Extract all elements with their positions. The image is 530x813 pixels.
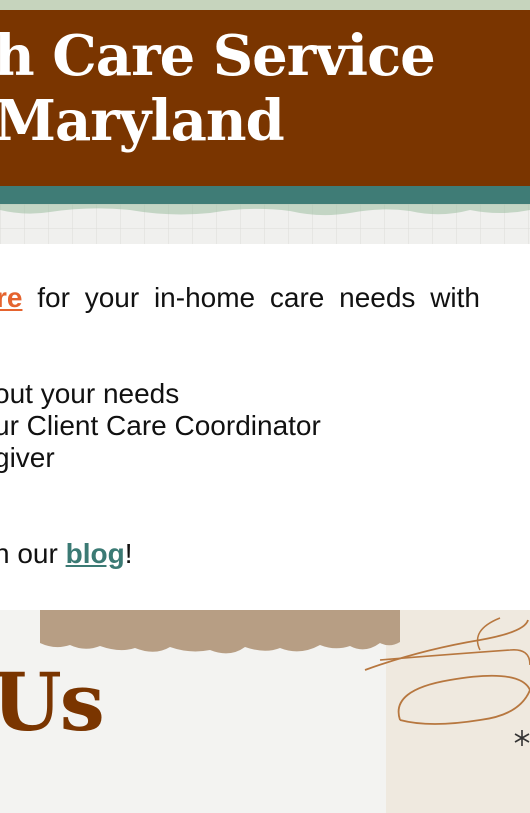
care-link[interactable]: re [0, 282, 22, 313]
list-item: ur Client Care Coordinator [0, 410, 321, 441]
blog-line-suffix: ! [124, 538, 133, 569]
blog-link[interactable]: blog [66, 538, 125, 569]
asterisk-star-icon [514, 730, 530, 746]
intro-line-text: for your in-home care needs with [22, 282, 480, 313]
graph-paper-strip [0, 204, 530, 244]
scribble-decoration-icon [364, 617, 530, 725]
intro-line: re for your in-home care needs with [0, 282, 480, 314]
torn-kraft-paper [40, 610, 400, 654]
main-content: re for your in-home care needs with out … [0, 244, 530, 610]
blog-line: n our blog! [0, 538, 132, 570]
about-collage: Us [0, 610, 530, 813]
banner-title-line-2: Maryland [0, 88, 285, 154]
teal-divider-band [0, 186, 530, 204]
graph-paper-texture [0, 204, 530, 244]
top-accent-strip [0, 0, 530, 10]
banner-title-line-1: h Care Service [0, 23, 436, 89]
list-item: out your needs [0, 378, 180, 409]
hero-banner: h Care Service Maryland [0, 10, 530, 186]
list-item: giver [0, 442, 55, 473]
blog-line-prefix: n our [0, 538, 66, 569]
about-us-heading: Us [0, 655, 105, 749]
